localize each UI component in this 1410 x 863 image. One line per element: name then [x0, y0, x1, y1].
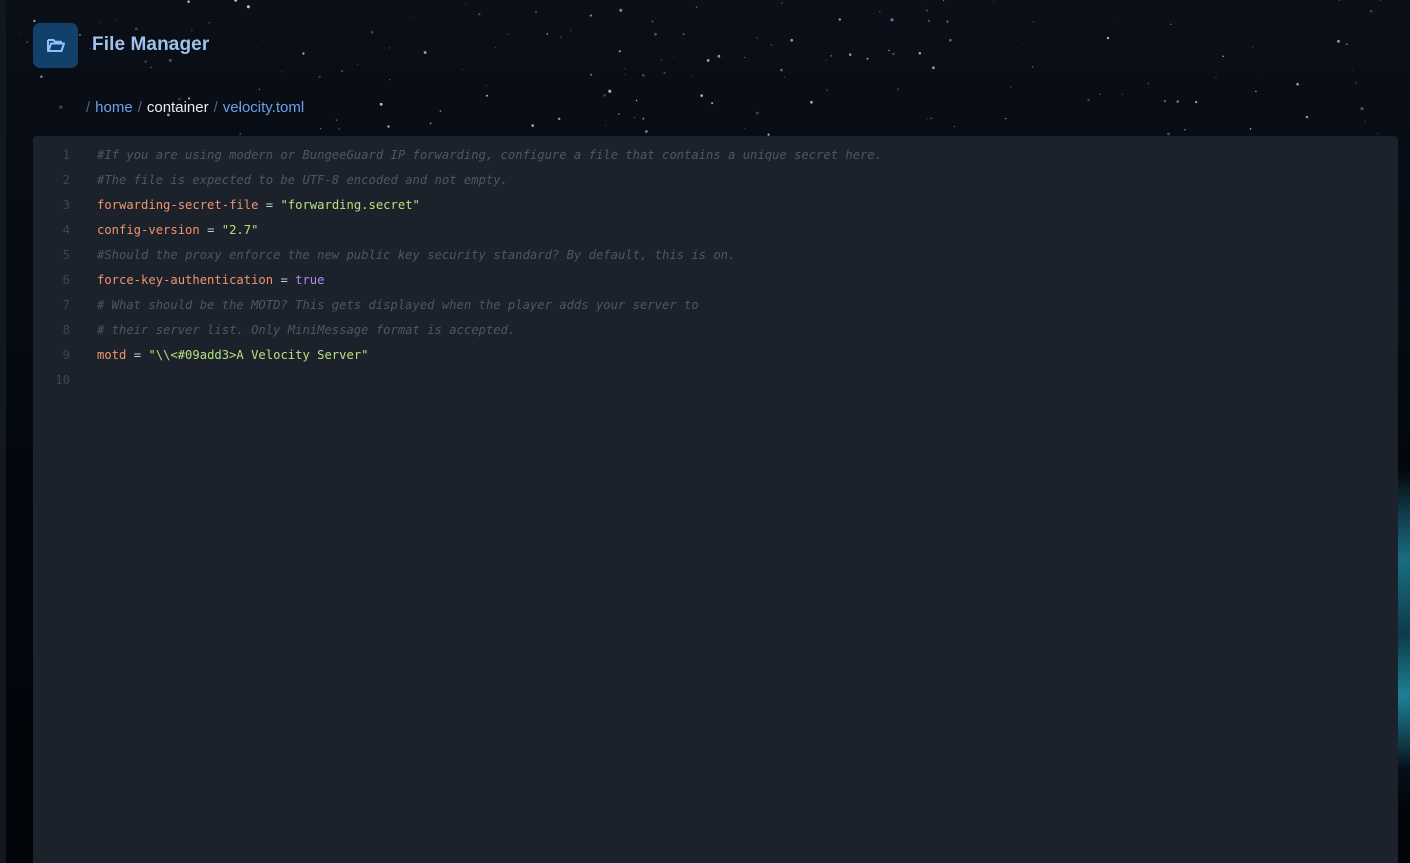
- folder-open-icon: [33, 22, 78, 68]
- line-number: 3: [62, 198, 70, 212]
- code-token-str: "\\<#09add3>A Velocity Server": [148, 348, 369, 362]
- code-line[interactable]: 5 #Should the proxy enforce the new publi…: [33, 243, 1398, 268]
- breadcrumb-container-link[interactable]: container: [147, 99, 209, 116]
- code-token-comment: #If you are using modern or BungeeGuard …: [97, 148, 883, 162]
- code-token-str: "2.7": [221, 223, 259, 237]
- code-token-op: =: [273, 273, 296, 287]
- page-title: File Manager: [92, 34, 210, 55]
- code-line[interactable]: 3 forwarding-secret-file = "forwarding.se…: [33, 193, 1398, 218]
- line-code[interactable]: #The file is expected to be UTF-8 encode…: [97, 168, 508, 193]
- code-line[interactable]: 4 config-version = "2.7": [33, 218, 1398, 243]
- page-header: File Manager: [33, 22, 209, 68]
- background-glow: [1398, 470, 1410, 770]
- line-code[interactable]: force-key-authentication = true: [97, 268, 324, 293]
- code-editor[interactable]: 1 #If you are using modern or BungeeGuard…: [33, 136, 1398, 863]
- line-code[interactable]: #If you are using modern or BungeeGuard …: [97, 143, 882, 168]
- code-token-comment: # What should be the MOTD? This gets dis…: [97, 298, 699, 312]
- code-line[interactable]: 1 #If you are using modern or BungeeGuard…: [33, 143, 1398, 168]
- line-code[interactable]: # What should be the MOTD? This gets dis…: [97, 293, 699, 318]
- line-code[interactable]: motd = "\\<#09add3>A Velocity Server": [97, 343, 369, 368]
- code-token-comment: # their server list. Only MiniMessage fo…: [97, 323, 516, 337]
- code-line[interactable]: 2 #The file is expected to be UTF-8 encod…: [33, 168, 1398, 193]
- code-token-key: motd: [97, 348, 127, 362]
- code-token-bool: true: [295, 273, 325, 287]
- line-number: 1: [62, 148, 70, 162]
- code-token-op: =: [126, 348, 149, 362]
- code-token-str: "forwarding.secret": [280, 198, 420, 212]
- code-token-key: config-version: [97, 223, 200, 237]
- breadcrumb-home-link[interactable]: home: [95, 99, 133, 116]
- code-token-key: forwarding-secret-file: [97, 198, 259, 212]
- line-code[interactable]: #Should the proxy enforce the new public…: [97, 243, 735, 268]
- code-line[interactable]: 10: [33, 368, 1398, 393]
- breadcrumb-separator: /: [137, 98, 142, 116]
- line-number: 7: [62, 298, 70, 312]
- code-line[interactable]: 8 # their server list. Only MiniMessage f…: [33, 318, 1398, 343]
- line-number: 10: [55, 373, 70, 387]
- breadcrumb-current-file: velocity.toml: [222, 98, 305, 116]
- code-line[interactable]: 6 force-key-authentication = true: [33, 268, 1398, 293]
- code-line[interactable]: 9 motd = "\\<#09add3>A Velocity Server": [33, 343, 1398, 368]
- breadcrumb-separator: /: [86, 98, 91, 116]
- code-token-comment: #The file is expected to be UTF-8 encode…: [97, 173, 508, 187]
- line-number: 2: [62, 173, 70, 187]
- code-token-op: =: [199, 223, 222, 237]
- code-token-op: =: [258, 198, 281, 212]
- breadcrumb: / home / container / velocity.toml: [86, 96, 304, 118]
- app-root: File Manager / home / container / veloci…: [0, 0, 1410, 863]
- code-line[interactable]: 7 # What should be the MOTD? This gets di…: [33, 293, 1398, 318]
- line-number: 9: [62, 348, 70, 362]
- editor-content[interactable]: 1 #If you are using modern or BungeeGuard…: [33, 143, 1398, 393]
- line-number: 6: [62, 273, 70, 287]
- line-number: 4: [62, 223, 70, 237]
- line-code[interactable]: config-version = "2.7": [97, 218, 258, 243]
- window-edge: [0, 0, 6, 863]
- starfield-background: [0, 0, 1381, 137]
- line-code[interactable]: # their server list. Only MiniMessage fo…: [97, 318, 515, 343]
- code-token-comment: #Should the proxy enforce the new public…: [97, 248, 736, 262]
- line-number: 5: [62, 248, 70, 262]
- breadcrumb-separator: /: [213, 98, 218, 116]
- line-number: 8: [62, 323, 70, 337]
- code-token-key: force-key-authentication: [97, 273, 274, 287]
- line-code[interactable]: forwarding-secret-file = "forwarding.sec…: [97, 193, 420, 218]
